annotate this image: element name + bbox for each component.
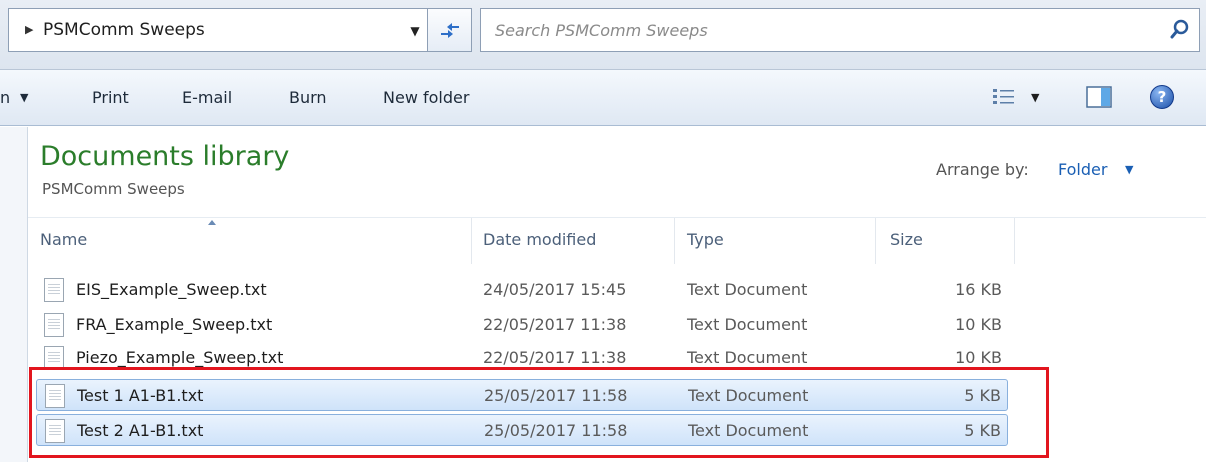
file-type: Text Document [687,280,808,299]
annotation-highlight-box [29,367,1049,458]
email-button[interactable]: E-mail [182,88,232,107]
column-header-size[interactable]: Size [890,230,923,249]
help-icon[interactable]: ? [1150,85,1174,109]
file-date: 22/05/2017 11:38 [483,315,627,334]
refresh-icon [441,23,459,38]
column-divider[interactable] [1014,218,1015,264]
file-row[interactable]: FRA_Example_Sweep.txt 22/05/2017 11:38 T… [36,309,1008,341]
column-header-date[interactable]: Date modified [483,230,596,249]
file-name: EIS_Example_Sweep.txt [76,280,267,299]
column-header-name[interactable]: Name [40,230,87,249]
column-header-type[interactable]: Type [687,230,724,249]
column-divider[interactable] [674,218,675,264]
views-icon[interactable] [992,88,1016,106]
column-divider[interactable] [875,218,876,264]
sort-ascending-icon [208,220,216,225]
refresh-button[interactable] [428,8,472,52]
text-file-icon [44,278,64,302]
file-type: Text Document [687,348,808,367]
file-size: 10 KB [955,315,1002,334]
file-type: Text Document [687,315,808,334]
file-date: 22/05/2017 11:38 [483,348,627,367]
arrange-by-label: Arrange by: [936,160,1029,179]
chevron-right-icon[interactable]: ▶ [25,23,33,36]
print-button[interactable]: Print [92,88,129,107]
address-bar-strip: ▶ PSMComm Sweeps ▼ Search PSMComm Sweeps [0,0,1206,70]
file-name: Piezo_Example_Sweep.txt [76,348,284,367]
address-bar[interactable]: ▶ PSMComm Sweeps ▼ [8,8,428,52]
arrange-dropdown-icon[interactable]: ▼ [1125,163,1133,176]
preview-pane-icon[interactable] [1086,86,1112,108]
file-name: FRA_Example_Sweep.txt [76,315,273,334]
column-header-row: Name Date modified Type Size [28,217,1206,264]
search-placeholder: Search PSMComm Sweeps [495,21,708,40]
file-row[interactable]: EIS_Example_Sweep.txt 24/05/2017 15:45 T… [36,274,1008,306]
arrange-by-dropdown[interactable]: Folder [1058,160,1107,179]
search-icon[interactable] [1169,19,1191,41]
text-file-icon [44,313,64,337]
library-title: Documents library [40,141,290,172]
command-bar: n ▼ Print E-mail Burn New folder ▼ ? [0,70,1206,126]
search-input[interactable]: Search PSMComm Sweeps [480,8,1200,52]
column-divider[interactable] [471,218,472,264]
address-path[interactable]: PSMComm Sweeps [43,20,205,40]
burn-button[interactable]: Burn [289,88,327,107]
chevron-down-icon[interactable]: ▼ [405,19,425,43]
organize-menu-cutoff[interactable]: n [0,88,10,107]
navigation-pane-edge [0,127,28,462]
file-size: 10 KB [955,348,1002,367]
organize-dropdown-icon[interactable]: ▼ [20,91,28,104]
library-subtitle: PSMComm Sweeps [42,180,185,198]
views-dropdown-icon[interactable]: ▼ [1031,91,1039,104]
new-folder-button[interactable]: New folder [383,88,469,107]
file-size: 16 KB [955,280,1002,299]
file-date: 24/05/2017 15:45 [483,280,627,299]
